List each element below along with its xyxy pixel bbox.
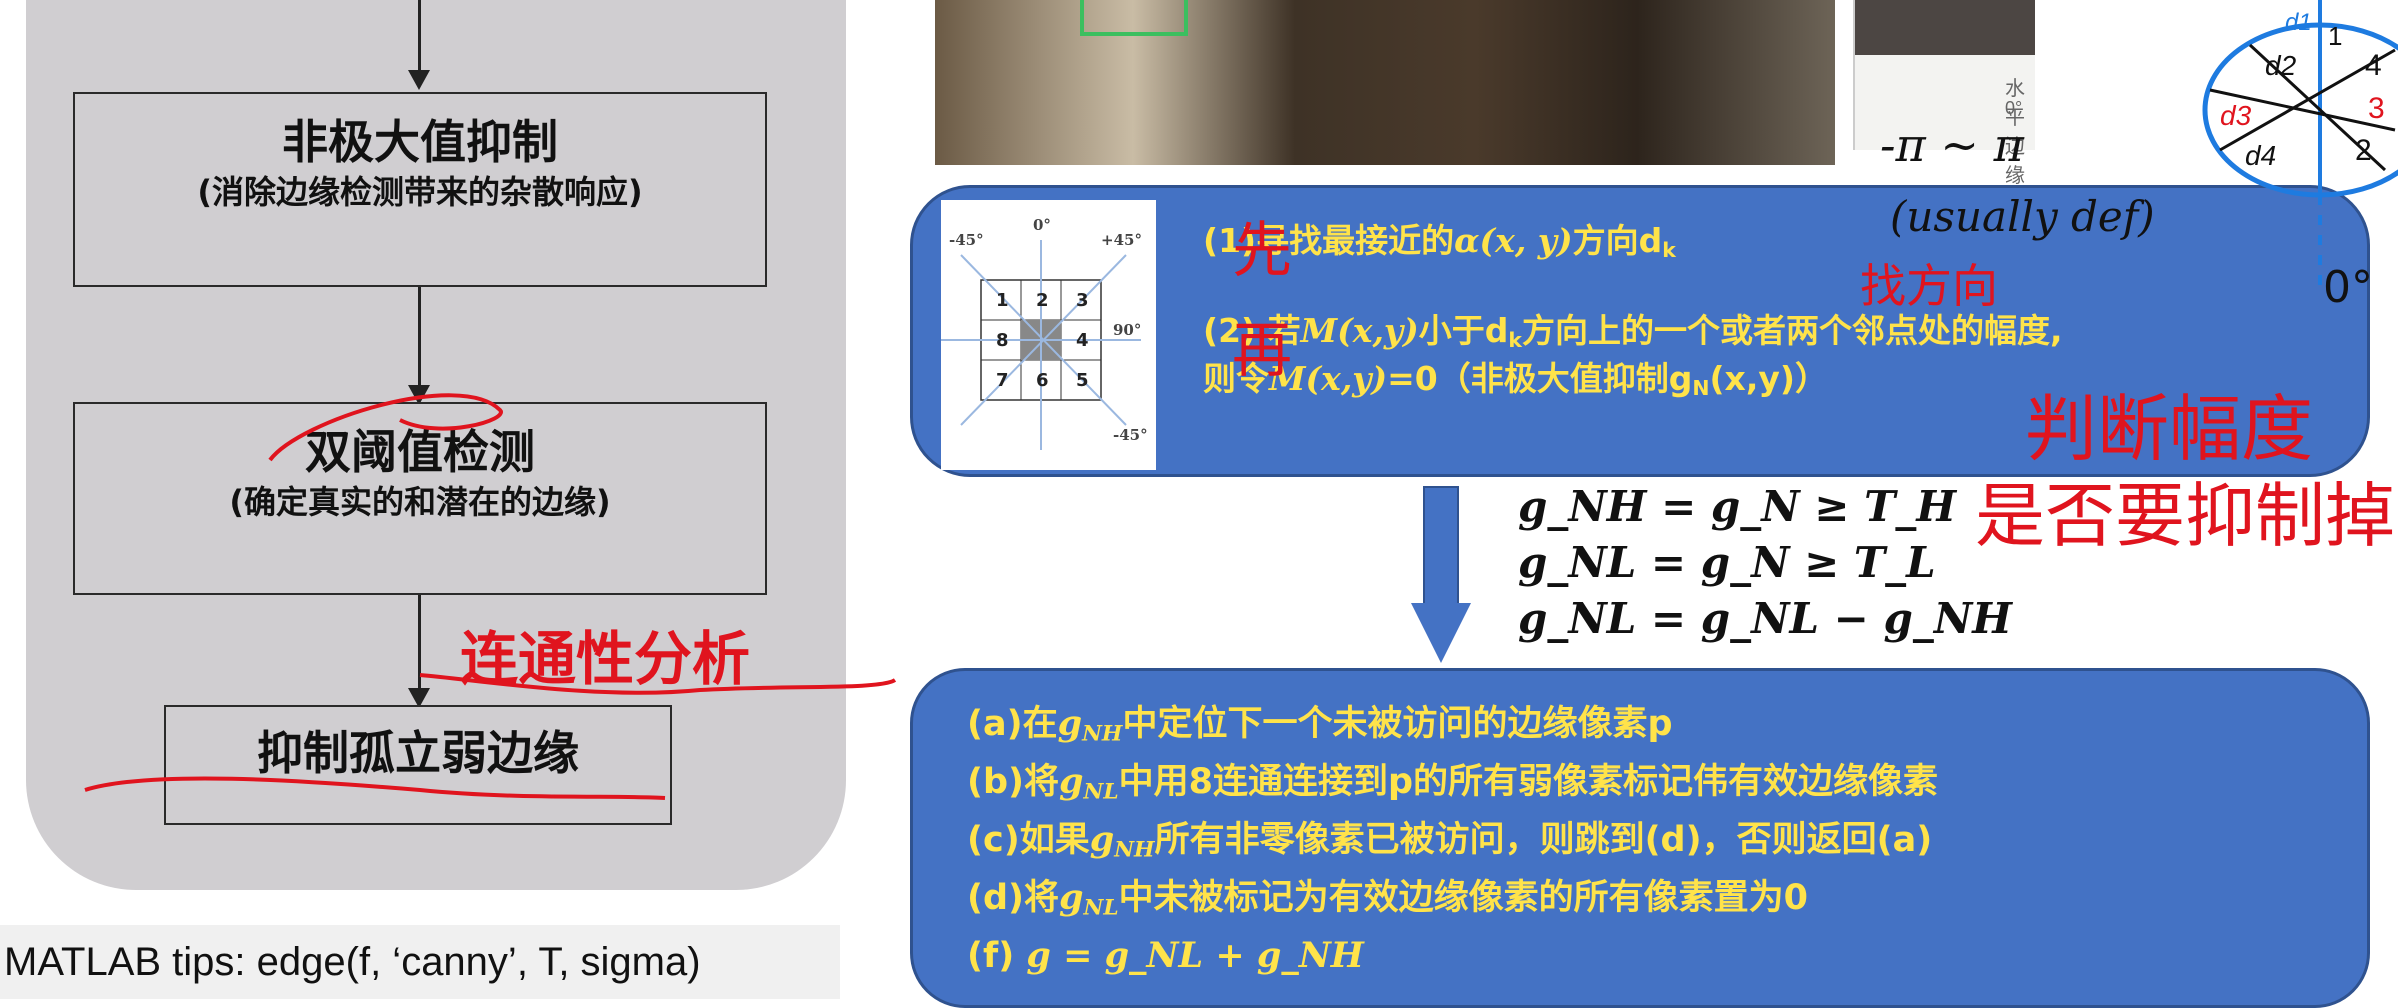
subscript-nl: NL	[1083, 895, 1119, 921]
step-f: (f) g = g_NL + g_NH	[967, 933, 1364, 979]
step-3-text: (x,y)）	[1709, 359, 1828, 398]
face-detection-box	[1080, 0, 1188, 36]
grid-cell: 5	[1076, 370, 1089, 391]
final-formula: g = g_NL + g_NH	[1026, 935, 1364, 976]
direction-grid-figure: -45° 0° +45° 90° -45° 1 2 3 8 4 7 6 5	[941, 200, 1156, 470]
hysteresis-steps-box: (a)在gNH中定位下一个未被访问的边缘像素p (b)将gNL中用8连通连接到p…	[910, 668, 2370, 1008]
step-1-direction: 方向d	[1572, 221, 1663, 260]
subscript-k: k	[1508, 328, 1522, 353]
direction-wheel-sketch: d2 d3 d4 1 4 3 2 d1	[2202, 0, 2398, 290]
grid-cell: 6	[1036, 370, 1049, 391]
handwriting-range: -π ~ π	[1880, 118, 2024, 172]
step-b-text: (b)将	[967, 762, 1060, 802]
grid-label: +45°	[1101, 231, 1142, 249]
step-d-text: (d)将	[967, 878, 1060, 918]
grid-cell: 7	[996, 370, 1009, 391]
handwriting-first: 先	[1232, 216, 1292, 286]
wheel-label: d1	[2285, 9, 2312, 36]
subscript-n: N	[1692, 376, 1710, 401]
var-g: g	[1059, 761, 1084, 802]
grid-cell: 4	[1076, 330, 1089, 351]
alpha-xy: α(x, y)	[1454, 221, 1573, 260]
wheel-label: d3	[2220, 100, 2252, 131]
var-g: g	[1089, 819, 1115, 860]
handwriting-find-direction: 找方向	[1860, 259, 1998, 313]
photo-dark-region	[1855, 0, 2035, 55]
handwriting-suppress: 是否要抑制掉	[1975, 475, 2395, 557]
grid-cell: 2	[1036, 290, 1049, 311]
step-d: (d)将gNL中未被标记为有效边缘像素的所有像素置为0	[967, 875, 1808, 931]
subscript-nh: NH	[1082, 721, 1123, 747]
wheel-label: 2	[2355, 134, 2372, 167]
step-a: (a)在gNH中定位下一个未被访问的边缘像素p	[967, 701, 1673, 757]
down-arrow	[1423, 486, 1459, 604]
step-c-text: 所有非零像素已被访问，则跳到(d)，否则返回(a)	[1154, 820, 1933, 860]
subscript-nh: NH	[1114, 837, 1155, 863]
step-2-text: 小于d	[1418, 311, 1509, 350]
step-3-text: =0（非极大值抑制g	[1387, 359, 1693, 398]
grid-label: -45°	[1113, 426, 1148, 444]
grid-label: 90°	[1113, 321, 1141, 339]
matlab-tips: MATLAB tips: edge(f, ‘canny’, T, sigma)	[0, 925, 840, 999]
grid-cell: 3	[1076, 290, 1089, 311]
wheel-label: d2	[2265, 50, 2297, 81]
handwriting-usually: (usually def)	[1890, 192, 2155, 241]
flowchart-ink	[84, 393, 897, 800]
wheel-label: 4	[2365, 49, 2382, 82]
var-g: g	[1057, 703, 1083, 744]
step-c: (c)如果gNH所有非零像素已被访问，则跳到(d)，否则返回(a)	[967, 817, 1932, 873]
m-xy: M(x,y)	[1300, 311, 1419, 350]
step-3: 则令M(x,y)=0（非极大值抑制gN(x,y)）	[1203, 356, 1828, 411]
handwriting-then: 再	[1232, 316, 1292, 386]
formula-gnh: g_NH = g_N ≥ T_H	[1518, 482, 1957, 531]
step-2-text: 方向上的一个或者两个邻点处的幅度,	[1521, 311, 2063, 350]
step-2: (2) 若M(x,y)小于dk方向上的一个或者两个邻点处的幅度,	[1203, 308, 2063, 363]
step-c-text: (c)如果	[967, 820, 1090, 860]
photo-degree: 0°	[2005, 98, 2023, 118]
formula-gnl: g_NL = g_N ≥ T_L	[1518, 538, 1936, 587]
step-b-text: 中用8连通连接到p的所有弱像素标记伟有效边缘像素	[1118, 762, 1939, 802]
wheel-label: 3	[2368, 92, 2385, 125]
direction-grid-svg: -45° 0° +45° 90° -45° 1 2 3 8 4 7 6 5	[941, 216, 1148, 450]
grid-label: 0°	[1033, 216, 1051, 234]
grid-label: -45°	[949, 231, 984, 249]
subscript-nl: NL	[1083, 779, 1119, 805]
down-arrow-head	[1411, 603, 1471, 663]
step-f-text: (f)	[967, 936, 1027, 976]
grid-cell: 1	[996, 290, 1009, 311]
step-a-text: 中定位下一个未被访问的边缘像素p	[1122, 704, 1673, 744]
wheel-label: 1	[2328, 21, 2342, 51]
grid-cell: 8	[996, 330, 1009, 351]
example-photo	[935, 0, 1835, 165]
formula-gnl-diff: g_NL = g_NL − g_NH	[1518, 594, 2012, 643]
step-b: (b)将gNL中用8连通连接到p的所有弱像素标记伟有效边缘像素	[967, 759, 1938, 815]
step-d-text: 中未被标记为有效边缘像素的所有像素置为0	[1118, 878, 1808, 918]
var-g: g	[1059, 877, 1084, 918]
wheel-label: d4	[2245, 140, 2276, 171]
step-a-text: (a)在	[967, 704, 1058, 744]
subscript-k: k	[1662, 238, 1676, 263]
